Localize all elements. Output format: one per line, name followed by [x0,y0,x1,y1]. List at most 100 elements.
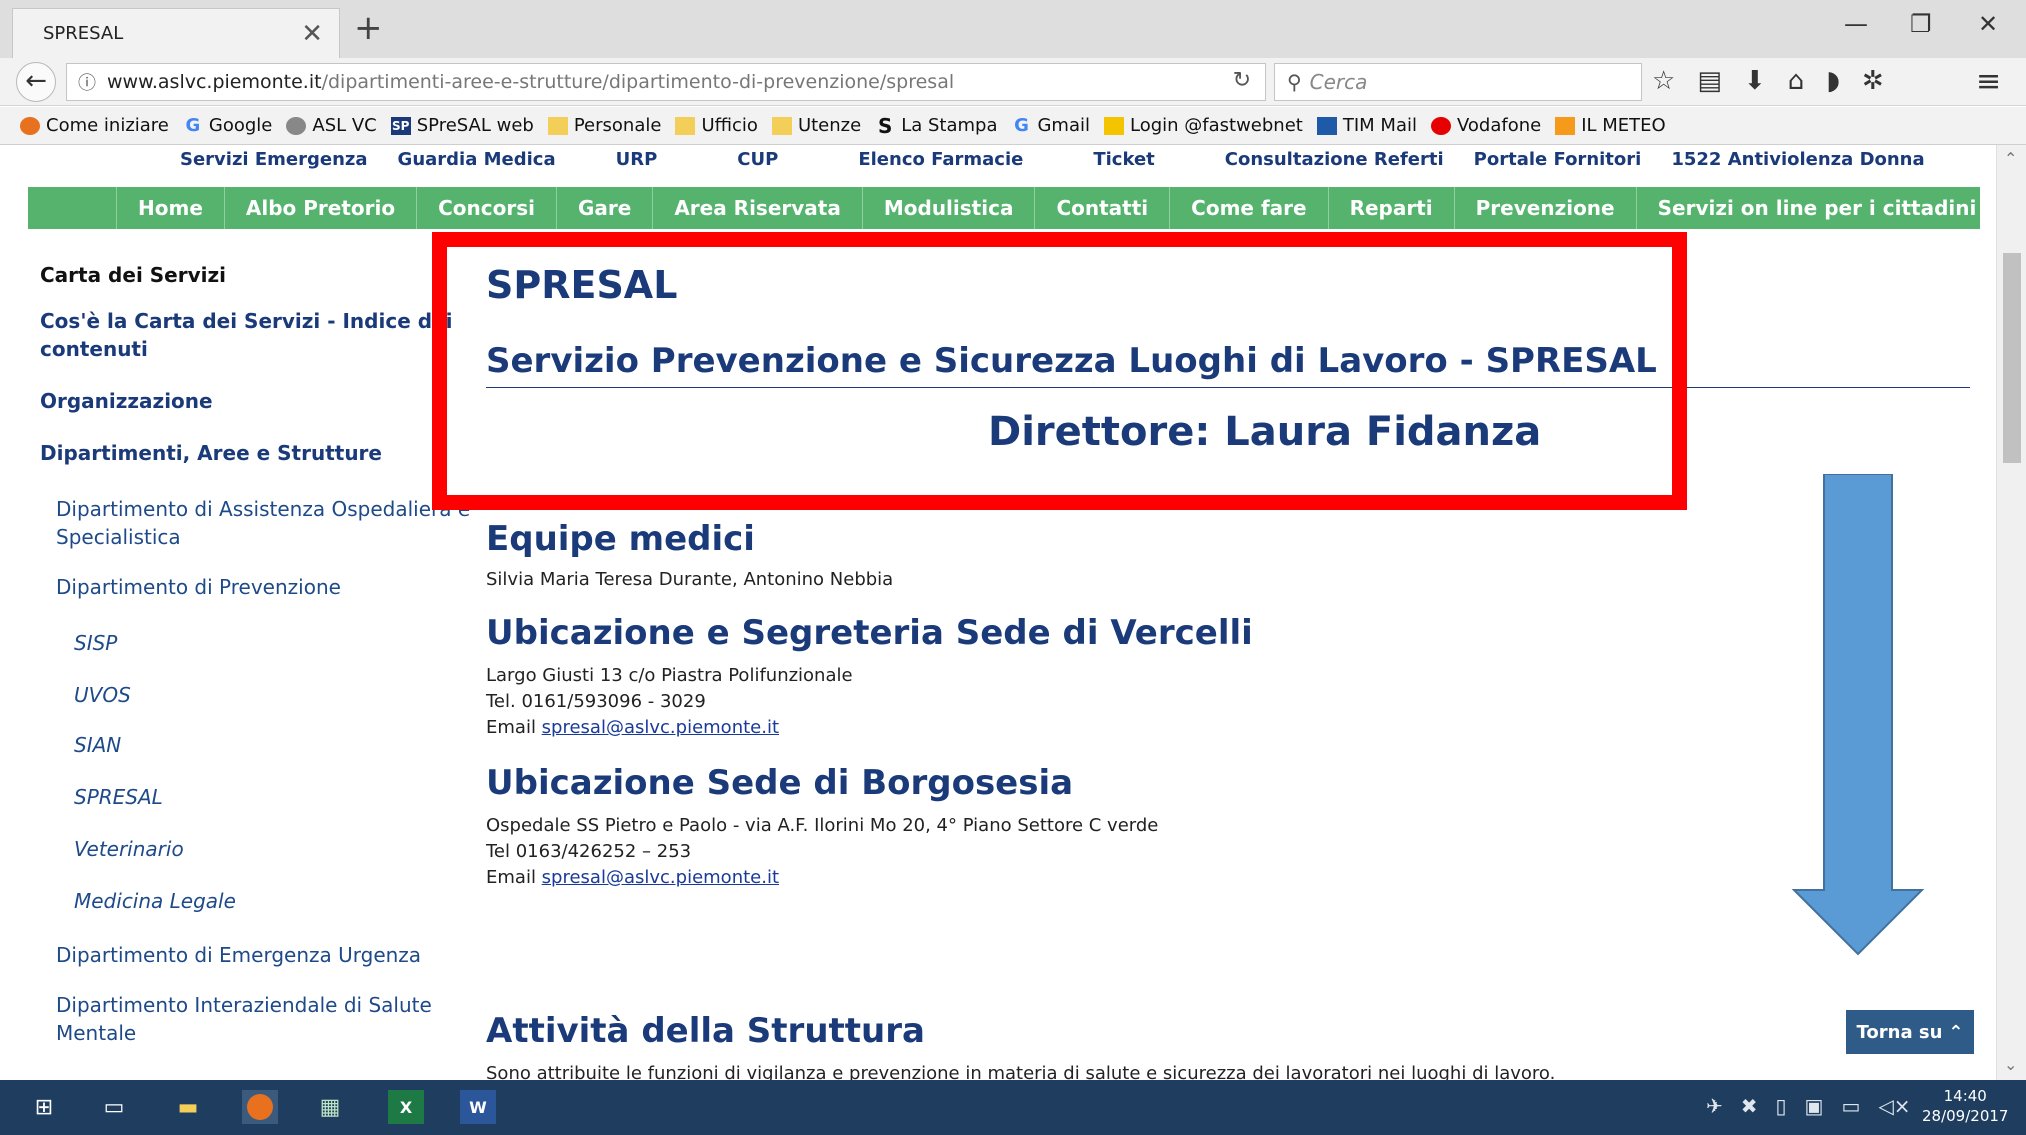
pocket-icon[interactable]: ◗ [1826,66,1840,96]
back-button[interactable]: ← [16,62,56,102]
mail-icon [1316,116,1337,135]
quick-link[interactable]: Portale Fornitori [1474,149,1642,179]
bookmark-vodafone[interactable]: Vodafone [1430,115,1541,136]
close-window-icon[interactable]: ✕ [1978,10,1998,38]
network-icon[interactable]: ▭ [1841,1094,1860,1118]
word-icon[interactable]: W [460,1090,496,1124]
bookmark-come-iniziare[interactable]: Come iniziare [20,115,169,136]
nav-servizi-online[interactable]: Servizi on line per i cittadini [1635,187,1996,229]
nav-modulistica[interactable]: Modulistica [861,187,1035,229]
sidebar-item-sisp[interactable]: SISP [74,631,117,655]
sidebar-item-assistenza-ospedaliera-cont[interactable]: Specialistica [56,525,181,549]
bookmark-utenze[interactable]: Utenze [771,115,861,136]
task-view-icon[interactable]: ▭ [96,1090,132,1124]
nav-albo-pretorio[interactable]: Albo Pretorio [223,187,416,229]
info-icon[interactable]: ⓘ [67,69,107,95]
file-explorer-icon[interactable]: ▬ [170,1090,206,1124]
search-input[interactable]: ⚲ Cerca [1274,63,1642,101]
search-icon: ⚲ [1287,70,1302,94]
vercelli-address: Largo Giusti 13 c/o Piastra Polifunziona… [486,665,853,686]
vodafone-icon [1430,116,1451,135]
page-scrollbar[interactable]: ⌃ ⌄ [1996,145,2026,1080]
quick-link[interactable]: URP [616,149,658,179]
vercelli-email: Email spresal@aslvc.piemonte.it [486,717,779,738]
browser-tab[interactable]: SPRESAL ✕ [12,8,340,58]
nav-gare[interactable]: Gare [555,187,652,229]
borgosesia-email-link[interactable]: spresal@aslvc.piemonte.it [542,867,779,888]
reload-icon[interactable]: ↻ [1233,68,1251,93]
back-to-top-button[interactable]: Torna su ⌃ [1846,1010,1974,1054]
volume-icon[interactable]: ◁× [1878,1094,1910,1118]
nav-reparti[interactable]: Reparti [1327,187,1454,229]
download-icon[interactable]: ⬇ [1744,66,1766,96]
clock[interactable]: 14:40 28/09/2017 [1922,1086,2008,1126]
sidebar-item-assistenza-ospedaliera[interactable]: Dipartimento di Assistenza Ospedaliera e [56,497,470,521]
hamburger-menu-icon[interactable]: ≡ [1976,64,2001,99]
quick-link[interactable]: Consultazione Referti [1225,149,1444,179]
bookmark-asl-vc[interactable]: ASL VC [286,115,377,136]
quick-link[interactable]: Elenco Farmacie [858,149,1023,179]
sidebar-item-spresal[interactable]: SPRESAL [74,785,163,809]
bookmark-gmail[interactable]: G Gmail [1011,115,1090,136]
nav-concorsi[interactable]: Concorsi [416,187,556,229]
firefox-taskbar-icon[interactable] [242,1090,278,1124]
new-tab-icon[interactable]: + [354,10,383,46]
quick-link[interactable]: Guardia Medica [398,149,556,179]
bookmark-label: IL METEO [1581,115,1666,136]
bookmark-tim-mail[interactable]: TIM Mail [1316,115,1417,136]
bookmark-google[interactable]: G Google [183,115,273,136]
bookmark-fastweb[interactable]: Login @fastwebnet [1104,115,1303,136]
nav-contatti[interactable]: Contatti [1034,187,1169,229]
minimize-icon[interactable]: — [1844,10,1868,38]
quick-link[interactable]: Servizi Emergenza [180,149,368,179]
tray-security-icon[interactable]: ✖ [1741,1094,1758,1118]
calculator-icon[interactable]: ▦ [312,1090,348,1124]
tray-monitor-icon[interactable]: ▣ [1805,1094,1824,1118]
excel-icon[interactable]: X [388,1090,424,1124]
bookmark-il-meteo[interactable]: IL METEO [1555,115,1666,136]
quick-link[interactable]: 1522 Antiviolenza Donna [1671,149,1924,179]
bookmark-star-icon[interactable]: ☆ [1652,66,1675,96]
attivita-heading: Attività della Struttura [486,1011,925,1051]
sidebar-item-organizzazione[interactable]: Organizzazione [40,389,213,413]
sidebar-item-salute-mentale[interactable]: Dipartimento Interaziendale di Salute [56,993,432,1017]
bookmark-spresal-web[interactable]: SP SPreSAL web [390,115,534,136]
sidebar-item-sian[interactable]: SIAN [74,733,121,757]
home-icon[interactable]: ⌂ [1788,66,1805,96]
sidebar-item-veterinario[interactable]: Veterinario [74,837,184,861]
bookmark-ufficio[interactable]: Ufficio [675,115,758,136]
sidebar-item-carta-servizi-cont[interactable]: contenuti [40,337,148,361]
sidebar-item-prevenzione[interactable]: Dipartimento di Prevenzione [56,575,341,599]
vercelli-email-link[interactable]: spresal@aslvc.piemonte.it [542,717,779,738]
folder-icon [547,116,568,135]
bookmark-la-stampa[interactable]: S La Stampa [875,115,998,136]
tab-title: SPRESAL [43,23,124,44]
reading-list-icon[interactable]: ▤ [1697,66,1722,96]
sidebar-item-salute-mentale-cont[interactable]: Mentale [56,1021,136,1045]
sidebar-item-emergenza-urgenza[interactable]: Dipartimento di Emergenza Urgenza [56,943,421,967]
sidebar-item-carta-servizi[interactable]: Cos'è la Carta dei Servizi - Indice dei [40,309,452,333]
sidebar-item-medicina-legale[interactable]: Medicina Legale [74,889,236,913]
nav-area-riservata[interactable]: Area Riservata [652,187,862,229]
sidebar-item-uvos[interactable]: UVOS [74,683,131,707]
scrollbar-thumb[interactable] [2003,253,2021,463]
bookmark-label: Gmail [1037,115,1090,136]
extension-icon[interactable]: ✲ [1862,66,1884,96]
tray-app-icon[interactable]: ✈ [1706,1094,1723,1118]
address-bar[interactable]: ⓘ www.aslvc.piemonte.it/dipartimenti-are… [66,63,1266,101]
close-tab-icon[interactable]: ✕ [301,19,323,49]
scroll-up-icon[interactable]: ⌃ [2004,149,2017,168]
usb-icon[interactable]: ▯ [1776,1094,1787,1118]
nav-home[interactable]: Home [116,187,224,229]
scroll-down-icon[interactable]: ⌄ [2004,1055,2017,1074]
quick-link[interactable]: Ticket [1093,149,1154,179]
search-placeholder: Cerca [1309,70,1368,94]
sidebar-item-dipartimenti[interactable]: Dipartimenti, Aree e Strutture [40,441,382,465]
nav-come-fare[interactable]: Come fare [1169,187,1327,229]
back-to-top-label: Torna su [1856,1021,1943,1043]
windows-start-icon[interactable]: ⊞ [26,1090,62,1124]
restore-icon[interactable]: ❐ [1910,10,1932,38]
nav-prevenzione[interactable]: Prevenzione [1453,187,1636,229]
bookmark-personale[interactable]: Personale [547,115,661,136]
quick-link[interactable]: CUP [737,149,778,179]
